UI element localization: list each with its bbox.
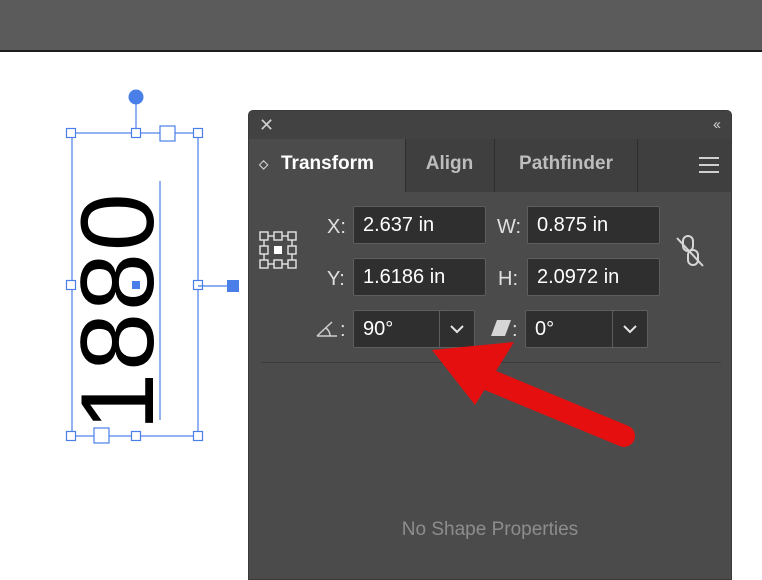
shear-angle-field[interactable]: 0° — [525, 310, 615, 348]
resize-handle — [192, 430, 204, 442]
chevron-down-icon — [623, 325, 637, 334]
resize-handle — [192, 279, 204, 291]
tab-align[interactable]: Align — [405, 139, 493, 192]
w-label: W: — [497, 216, 522, 238]
anchor-handle — [227, 280, 239, 292]
h-label: H: — [498, 268, 518, 290]
panel-menu-icon[interactable] — [699, 157, 719, 173]
constrain-proportions-icon[interactable] — [675, 233, 707, 269]
tab-label: Transform — [281, 153, 374, 174]
center-point — [132, 281, 140, 289]
rotate-angle-icon — [316, 321, 337, 337]
no-shape-properties-message: No Shape Properties — [401, 519, 579, 540]
x-position-field[interactable]: 2.637 in — [353, 206, 486, 244]
tab-pathfinder[interactable]: Pathfinder — [494, 139, 638, 192]
rotation-handle — [128, 89, 144, 105]
shear-icon — [491, 320, 511, 336]
transform-panel: ✕ ‹‹ ◇ Transform Align Pathfinder X: 2.6… — [248, 110, 732, 580]
width-field[interactable]: 0.875 in — [527, 206, 660, 244]
y-position-field[interactable]: 1.6186 in — [353, 258, 486, 296]
rotate-dropdown-button[interactable] — [439, 310, 475, 348]
chevron-down-icon — [450, 325, 464, 334]
shear-dropdown-button[interactable] — [612, 310, 648, 348]
x-label: X: — [327, 216, 346, 238]
panel-title-bar[interactable]: ✕ ‹‹ — [249, 111, 731, 139]
y-label: Y: — [327, 268, 345, 290]
panel-tabs: ◇ Transform Align Pathfinder — [249, 139, 731, 192]
resize-handle — [130, 127, 142, 139]
section-divider — [261, 362, 721, 363]
tab-label: Pathfinder — [519, 153, 613, 174]
collapse-panel-icon[interactable]: ‹‹ — [713, 115, 721, 135]
resize-handle — [159, 125, 176, 142]
resize-handle — [65, 127, 77, 139]
resize-handle — [93, 427, 110, 444]
rotate-angle-field[interactable]: 90° — [353, 310, 441, 348]
shear-label: : — [512, 319, 518, 341]
rotate-label: : — [340, 319, 346, 341]
resize-handle — [65, 279, 77, 291]
height-field[interactable]: 2.0972 in — [527, 258, 660, 296]
resize-handle — [192, 127, 204, 139]
resize-handle — [65, 430, 77, 442]
tab-label: Align — [425, 153, 474, 174]
resize-handle — [130, 430, 142, 442]
reference-point-icon[interactable] — [259, 231, 297, 269]
expand-options-icon[interactable]: ◇ — [259, 139, 268, 189]
close-icon[interactable]: ✕ — [259, 115, 274, 135]
tab-transform[interactable]: ◇ Transform — [249, 139, 405, 192]
